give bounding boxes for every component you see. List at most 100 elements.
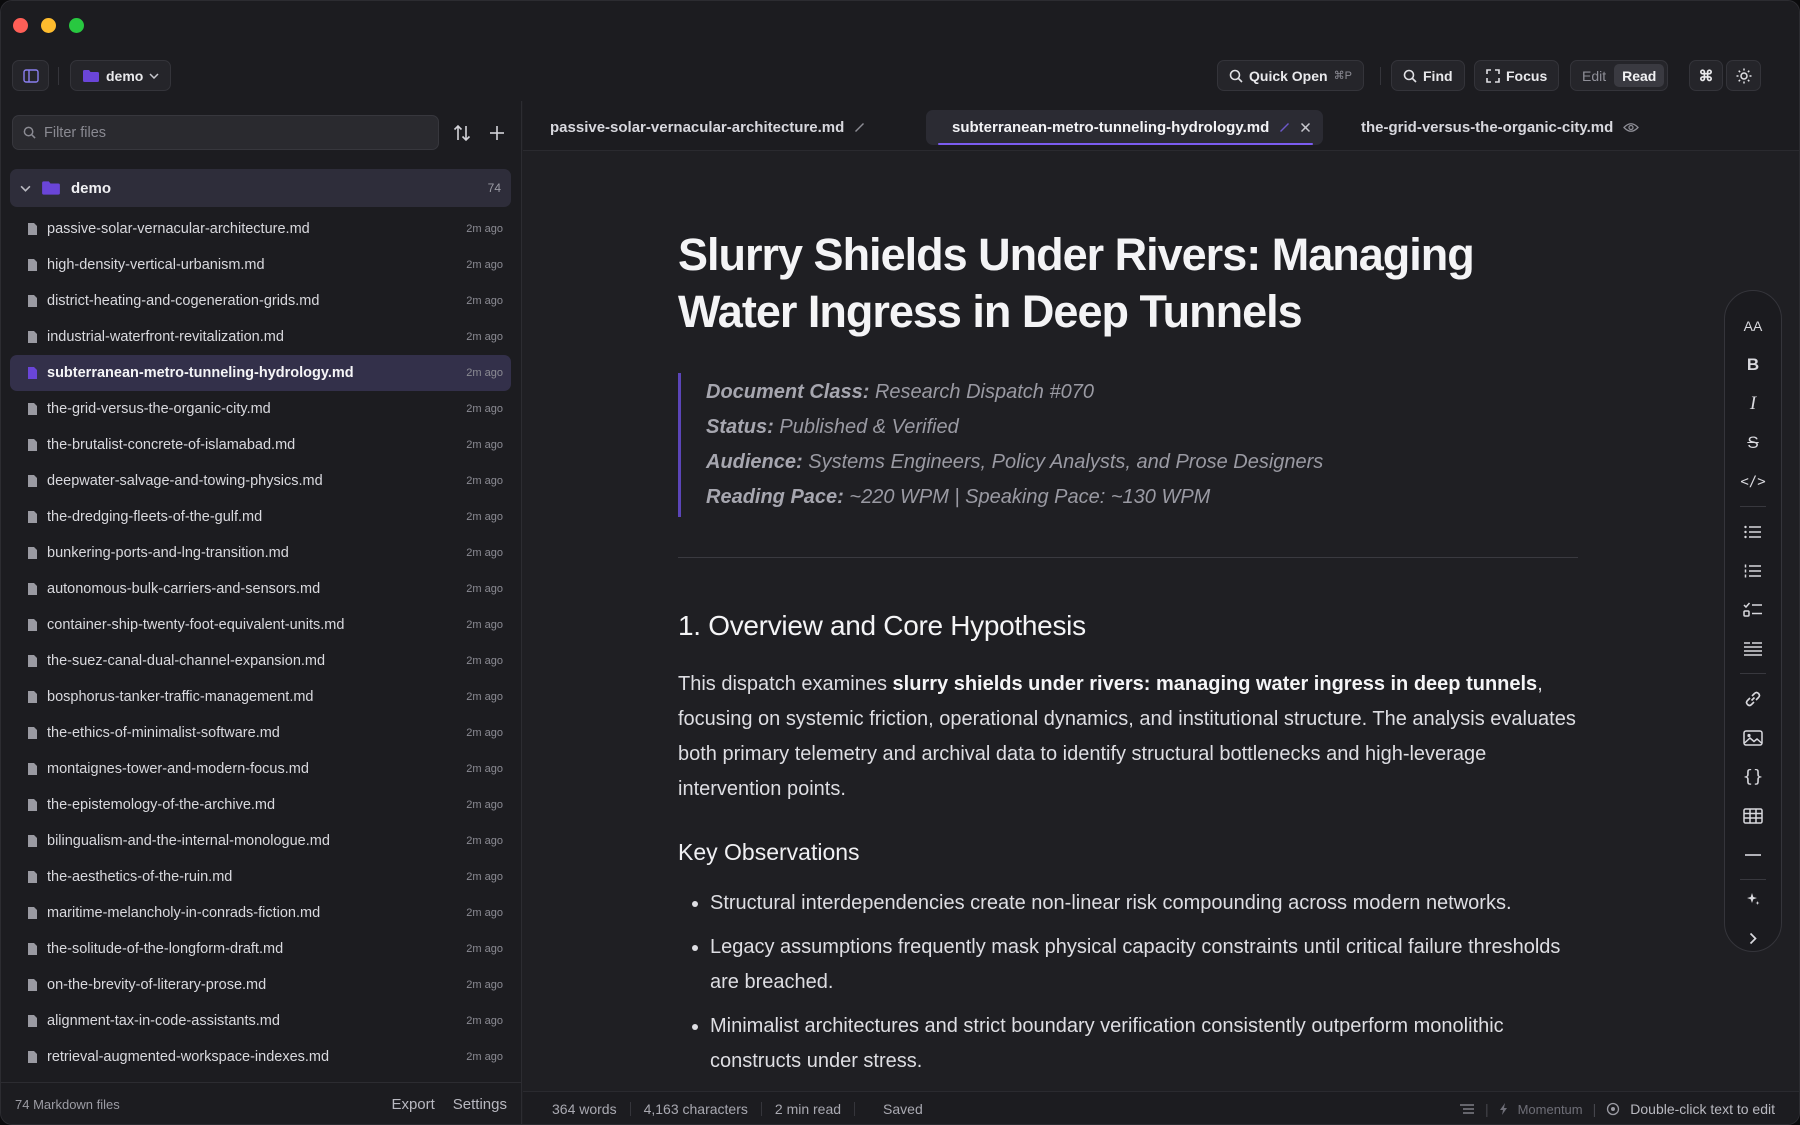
export-button[interactable]: Export: [391, 1096, 434, 1113]
sort-icon[interactable]: [452, 123, 472, 143]
code-block-button[interactable]: {}: [1725, 762, 1781, 792]
toolbar-divider: [58, 67, 59, 85]
file-row[interactable]: the-suez-canal-dual-channel-expansion.md…: [10, 643, 511, 679]
file-row[interactable]: the-brutalist-concrete-of-islamabad.md 2m…: [10, 427, 511, 463]
folder-name: demo: [71, 179, 112, 197]
close-window-button[interactable]: [13, 18, 28, 33]
edit-mode-button[interactable]: Edit: [1574, 64, 1614, 87]
file-row[interactable]: subterranean-metro-tunneling-hydrology.m…: [10, 355, 511, 391]
file-modified: 2m ago: [466, 763, 503, 775]
file-name: the-brutalist-concrete-of-islamabad.md: [47, 437, 296, 453]
file-row[interactable]: passive-solar-vernacular-architecture.md…: [10, 211, 511, 247]
focus-icon: [1486, 68, 1500, 83]
command-palette-button[interactable]: ⌘: [1689, 60, 1723, 91]
table-button[interactable]: [1725, 801, 1781, 831]
file-name: the-grid-versus-the-organic-city.md: [47, 401, 271, 417]
file-icon: [28, 511, 37, 523]
document-meta: Document Class: Research Dispatch #070 S…: [678, 373, 1578, 517]
file-row[interactable]: maritime-melancholy-in-conrads-fiction.m…: [10, 895, 511, 931]
file-row[interactable]: bosphorus-tanker-traffic-management.md 2m…: [10, 679, 511, 715]
close-icon[interactable]: [1300, 122, 1311, 133]
file-name: the-aesthetics-of-the-ruin.md: [47, 869, 233, 885]
file-row[interactable]: the-grid-versus-the-organic-city.md 2m ag…: [10, 391, 511, 427]
file-row[interactable]: bunkering-ports-and-lng-transition.md 2m …: [10, 535, 511, 571]
sun-icon: [1736, 68, 1751, 83]
numbered-list-button[interactable]: [1725, 556, 1781, 586]
file-row[interactable]: district-heating-and-cogeneration-grids.…: [10, 283, 511, 319]
file-icon: [28, 331, 37, 343]
meta-line: Document Class: Research Dispatch #070: [706, 375, 1578, 410]
file-row[interactable]: retrieval-augmented-workspace-indexes.md…: [10, 1039, 511, 1075]
file-row[interactable]: deepwater-salvage-and-towing-physics.md 2…: [10, 463, 511, 499]
read-time: 2 min read: [762, 1102, 856, 1116]
focus-button[interactable]: Focus: [1474, 60, 1560, 91]
file-icon: [28, 835, 37, 847]
search-icon: [1229, 69, 1243, 83]
file-name: the-suez-canal-dual-channel-expansion.md: [47, 653, 326, 669]
zoom-window-button[interactable]: [69, 18, 84, 33]
status-divider: |: [1592, 1101, 1597, 1117]
file-row[interactable]: container-ship-twenty-foot-equivalent-un…: [10, 607, 511, 643]
file-icon: [28, 871, 37, 883]
tab-grid-versus-organic[interactable]: the-grid-versus-the-organic-city.md: [1349, 110, 1651, 145]
file-icon: [28, 943, 37, 955]
file-modified: 2m ago: [466, 583, 503, 595]
main-toolbar: demo Quick Open ⌘P Find Focus Edit Read …: [1, 51, 1799, 101]
strikethrough-button[interactable]: S: [1725, 428, 1781, 458]
theme-toggle-button[interactable]: [1726, 60, 1761, 91]
file-modified: 2m ago: [466, 223, 503, 235]
file-row[interactable]: on-the-brevity-of-literary-prose.md 2m ag…: [10, 967, 511, 1003]
file-icon: [28, 475, 37, 487]
minimize-window-button[interactable]: [41, 18, 56, 33]
collapse-toolbar-button[interactable]: [1725, 923, 1781, 953]
file-row[interactable]: montaignes-tower-and-modern-focus.md 2m a…: [10, 751, 511, 787]
file-name: alignment-tax-in-code-assistants.md: [47, 1013, 280, 1029]
bullet-list-button[interactable]: [1725, 517, 1781, 547]
find-button[interactable]: Find: [1391, 60, 1465, 91]
momentum-indicator[interactable]: Momentum: [1518, 1102, 1583, 1117]
bullet-list-icon: [1744, 525, 1761, 539]
read-mode-button[interactable]: Read: [1614, 64, 1665, 87]
file-name: high-density-vertical-urbanism.md: [47, 257, 265, 273]
file-row[interactable]: the-ethics-of-minimalist-software.md 2m a…: [10, 715, 511, 751]
file-row[interactable]: high-density-vertical-urbanism.md 2m ago: [10, 247, 511, 283]
new-file-icon[interactable]: [488, 124, 506, 142]
format-toolbar: AA B I S </> {}: [1724, 290, 1782, 952]
file-row[interactable]: autonomous-bulk-carriers-and-sensors.md 2…: [10, 571, 511, 607]
tab-passive-solar[interactable]: passive-solar-vernacular-architecture.md: [538, 110, 877, 145]
tab-bar: passive-solar-vernacular-architecture.md…: [523, 101, 1799, 151]
meta-line: Status: Published & Verified: [706, 410, 1578, 445]
task-list-button[interactable]: [1725, 595, 1781, 625]
folder-switcher[interactable]: demo: [70, 60, 172, 91]
file-row[interactable]: the-dredging-fleets-of-the-gulf.md 2m ago: [10, 499, 511, 535]
list-item: Legacy assumptions frequently mask physi…: [710, 930, 1578, 1000]
document-title: Slurry Shields Under Rivers: Managing Wa…: [678, 229, 1475, 337]
file-row[interactable]: bilingualism-and-the-internal-monologue.…: [10, 823, 511, 859]
inline-code-button[interactable]: </>: [1725, 467, 1781, 497]
bold-button[interactable]: B: [1725, 350, 1781, 380]
file-row[interactable]: alignment-tax-in-code-assistants.md 2m ag…: [10, 1003, 511, 1039]
italic-button[interactable]: I: [1725, 389, 1781, 419]
toggle-sidebar-button[interactable]: [12, 60, 49, 91]
file-row[interactable]: the-epistemology-of-the-archive.md 2m ago: [10, 787, 511, 823]
filter-files-input[interactable]: [44, 124, 424, 141]
settings-button[interactable]: Settings: [453, 1096, 507, 1113]
quick-open-shortcut: ⌘P: [1333, 70, 1352, 82]
file-row[interactable]: the-aesthetics-of-the-ruin.md 2m ago: [10, 859, 511, 895]
outline-icon[interactable]: [1459, 1103, 1475, 1115]
tab-label: the-grid-versus-the-organic-city.md: [1361, 119, 1614, 136]
blockquote-button[interactable]: [1725, 634, 1781, 664]
ai-assist-button[interactable]: [1725, 884, 1781, 914]
horizontal-rule-button[interactable]: [1725, 840, 1781, 870]
file-icon: [28, 583, 37, 595]
link-button[interactable]: [1725, 684, 1781, 714]
file-row[interactable]: the-solitude-of-the-longform-draft.md 2m …: [10, 931, 511, 967]
image-button[interactable]: [1725, 723, 1781, 753]
folder-row-demo[interactable]: demo 74: [10, 169, 511, 207]
tab-subterranean-metro[interactable]: subterranean-metro-tunneling-hydrology.m…: [926, 110, 1324, 145]
text-size-button[interactable]: AA: [1725, 311, 1781, 341]
file-row[interactable]: industrial-waterfront-revitalization.md 2…: [10, 319, 511, 355]
image-icon: [1743, 730, 1763, 746]
paragraph-bold: slurry shields under rivers: managing wa…: [892, 673, 1538, 695]
quick-open-button[interactable]: Quick Open ⌘P: [1217, 60, 1364, 91]
